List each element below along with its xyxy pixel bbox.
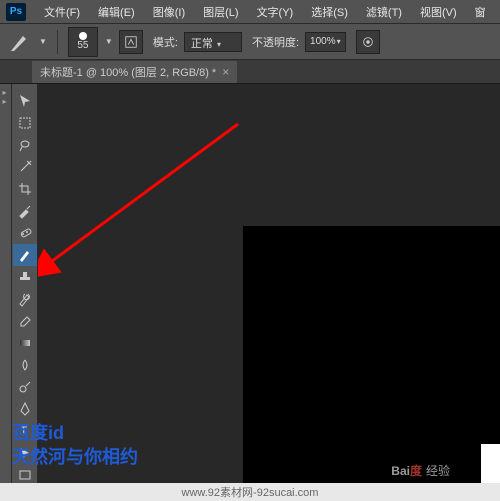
blend-mode-value: 正常 — [191, 38, 213, 50]
app-logo: Ps — [6, 3, 26, 21]
menu-window[interactable]: 窗 — [467, 2, 494, 22]
gradient-tool[interactable] — [13, 332, 37, 354]
canvas-content — [243, 226, 500, 501]
brush-tool[interactable] — [13, 244, 37, 266]
document-tab[interactable]: 未标题-1 @ 100% (图层 2, RGB/8) * × — [32, 61, 237, 83]
wand-tool[interactable] — [13, 156, 37, 178]
menu-type[interactable]: 文字(Y) — [249, 2, 302, 22]
history-brush-tool[interactable] — [13, 288, 37, 310]
canvas-area[interactable] — [38, 84, 500, 501]
menu-image[interactable]: 图像(I) — [145, 2, 193, 22]
eyedropper-tool[interactable] — [13, 200, 37, 222]
current-tool-icon — [8, 30, 32, 54]
menu-select[interactable]: 选择(S) — [303, 2, 356, 22]
options-bar: ▼ 55 ▼ 模式: 正常 ▾ 不透明度: 100% ▾ — [0, 24, 500, 60]
watermark-text: 百度id — [12, 419, 64, 445]
document-tab-title: 未标题-1 @ 100% (图层 2, RGB/8) * — [40, 64, 216, 80]
brush-panel-button[interactable] — [119, 30, 143, 54]
footer-watermark: www.92素材网-92sucai.com — [0, 483, 500, 501]
brush-size-preview[interactable]: 55 — [68, 27, 98, 57]
mode-label: 模式: — [153, 34, 178, 50]
menu-filter[interactable]: 滤镜(T) — [358, 2, 410, 22]
close-icon[interactable]: × — [222, 65, 229, 79]
brush-dot-icon — [79, 32, 87, 40]
divider — [57, 30, 58, 54]
blend-mode-select[interactable]: 正常 ▾ — [184, 32, 242, 52]
opacity-value: 100% — [310, 36, 336, 47]
eraser-tool[interactable] — [13, 310, 37, 332]
tool-preset-dropdown[interactable]: ▼ — [39, 37, 47, 46]
opacity-label: 不透明度: — [252, 34, 299, 50]
blur-tool[interactable] — [13, 354, 37, 376]
marquee-tool[interactable] — [13, 112, 37, 134]
document-tabstrip: 未标题-1 @ 100% (图层 2, RGB/8) * × — [0, 60, 500, 84]
heal-tool[interactable] — [13, 222, 37, 244]
pen-tool[interactable] — [13, 398, 37, 420]
brush-dropdown[interactable]: ▼ — [105, 37, 113, 46]
crop-tool[interactable] — [13, 178, 37, 200]
menu-view[interactable]: 视图(V) — [412, 2, 465, 22]
dodge-tool[interactable] — [13, 376, 37, 398]
baidu-watermark: Bai度 经验 — [391, 462, 450, 479]
menubar: Ps 文件(F) 编辑(E) 图像(I) 图层(L) 文字(Y) 选择(S) 滤… — [0, 0, 500, 24]
lasso-tool[interactable] — [13, 134, 37, 156]
menu-file[interactable]: 文件(F) — [36, 2, 88, 22]
stamp-tool[interactable] — [13, 266, 37, 288]
menu-edit[interactable]: 编辑(E) — [90, 2, 143, 22]
chevron-down-icon: ▾ — [217, 40, 221, 49]
move-tool[interactable] — [13, 90, 37, 112]
chevron-down-icon: ▾ — [337, 37, 341, 46]
watermark-label: 经验 — [426, 462, 450, 479]
opacity-input[interactable]: 100% ▾ — [305, 32, 346, 52]
expand-panels-icon[interactable]: ▸▸ — [0, 84, 9, 106]
menu-layer[interactable]: 图层(L) — [195, 2, 246, 22]
watermark-text: 天然河与你相约 — [12, 443, 138, 469]
brush-size-value: 55 — [77, 40, 88, 51]
tool-gutter: ▸▸ — [0, 84, 12, 501]
workspace: ▸▸ T — [0, 84, 500, 501]
pressure-opacity-button[interactable] — [356, 30, 380, 54]
